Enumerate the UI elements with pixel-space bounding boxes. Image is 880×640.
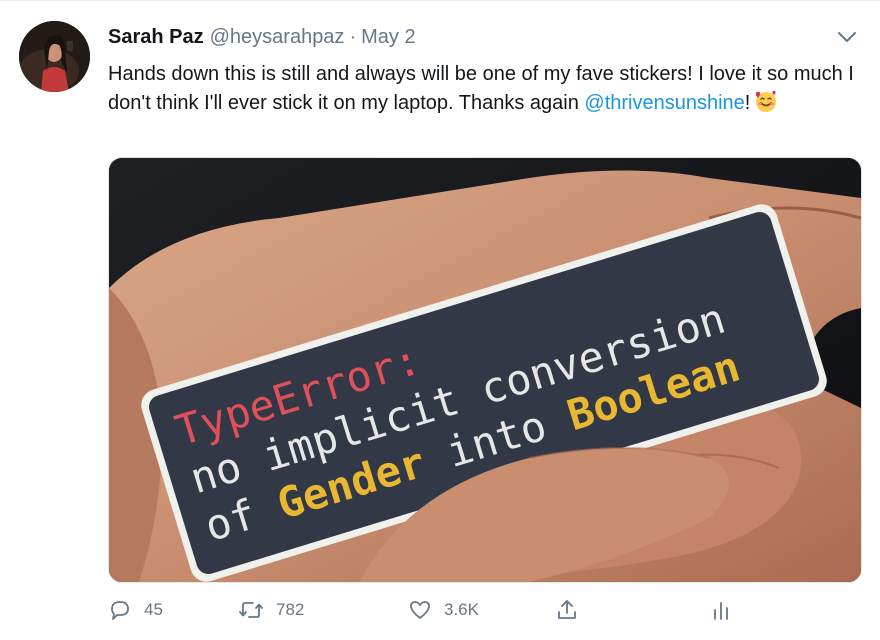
analytics-button[interactable] bbox=[709, 595, 745, 625]
author-handle[interactable]: @heysarahpaz bbox=[210, 26, 345, 49]
analytics-icon bbox=[714, 602, 728, 620]
avatar[interactable] bbox=[19, 21, 90, 92]
smiling-face-with-hearts-icon bbox=[756, 90, 777, 112]
sticker-photo: TypeError: no implicit conversion of Gen… bbox=[109, 158, 861, 582]
retweet-count: 782 bbox=[276, 600, 305, 619]
reply-count: 45 bbox=[144, 600, 163, 619]
share-icon bbox=[558, 600, 576, 619]
tweet-actions: 45 782 3.6K bbox=[108, 595, 860, 625]
heart-icon bbox=[410, 601, 430, 619]
tweet-text: Hands down this is still and always will… bbox=[108, 60, 868, 117]
reply-icon bbox=[111, 601, 129, 620]
like-button[interactable]: 3.6K bbox=[408, 595, 479, 625]
tweet-date[interactable]: May 2 bbox=[361, 26, 415, 49]
avatar-image bbox=[19, 21, 90, 92]
tweet-header: Sarah Paz @heysarahpaz · May 2 bbox=[108, 24, 416, 50]
tweet-photo[interactable]: TypeError: no implicit conversion of Gen… bbox=[108, 157, 862, 583]
like-count: 3.6K bbox=[444, 600, 479, 619]
chevron-down-icon[interactable] bbox=[836, 30, 858, 44]
share-button[interactable] bbox=[555, 595, 591, 625]
tweet-text-end: ! bbox=[744, 91, 751, 114]
author-name[interactable]: Sarah Paz bbox=[108, 26, 204, 49]
header-separator: · bbox=[349, 25, 357, 48]
top-divider bbox=[0, 0, 880, 1]
retweet-button[interactable]: 782 bbox=[238, 595, 304, 625]
retweet-icon bbox=[239, 602, 263, 618]
reply-button[interactable]: 45 bbox=[108, 595, 163, 625]
mention-link[interactable]: @thrivensunshine bbox=[584, 92, 744, 114]
